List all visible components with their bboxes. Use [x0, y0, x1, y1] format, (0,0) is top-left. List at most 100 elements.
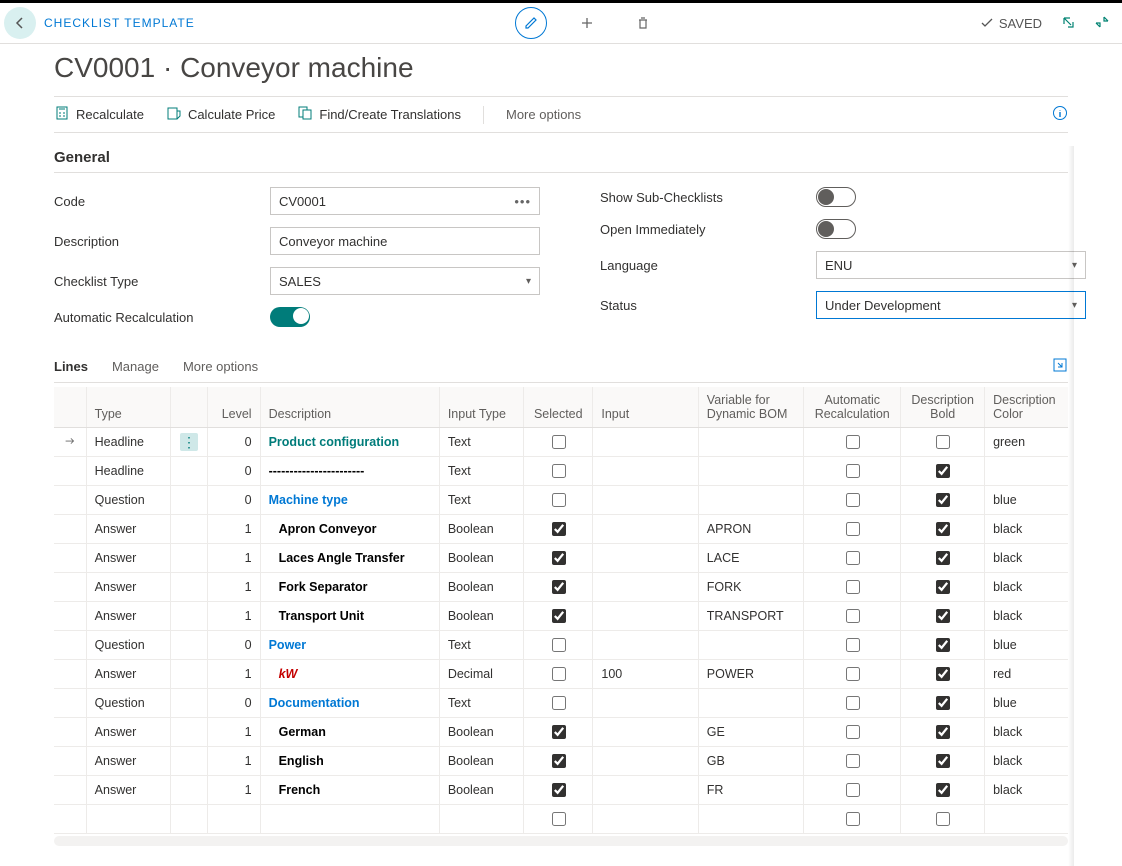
checkbox[interactable] — [936, 667, 950, 681]
cell-description[interactable]: Product configuration — [260, 428, 439, 457]
cell-description[interactable]: Transport Unit — [260, 602, 439, 631]
checkbox[interactable] — [936, 696, 950, 710]
table-row[interactable]: Answer 1 French Boolean FR black — [54, 776, 1068, 805]
cell-input-type[interactable]: Boolean — [439, 602, 523, 631]
info-button[interactable] — [1052, 105, 1068, 124]
cell-desc-bold[interactable] — [901, 602, 985, 631]
cell-type[interactable]: Headline — [86, 428, 170, 457]
table-row[interactable]: Question 0 Machine type Text blue — [54, 486, 1068, 515]
checkbox[interactable] — [846, 580, 860, 594]
ellipsis-icon[interactable]: ••• — [514, 194, 531, 209]
expand-lines-button[interactable] — [1052, 357, 1068, 376]
status-select[interactable]: Under Development ▾ — [816, 291, 1086, 319]
cell-input-type[interactable]: Boolean — [439, 718, 523, 747]
cell-desc-bold[interactable] — [901, 660, 985, 689]
cell-auto-recalc[interactable] — [804, 515, 901, 544]
cell-type[interactable]: Answer — [86, 573, 170, 602]
col-variable[interactable]: Variable for Dynamic BOM — [698, 387, 803, 428]
cell-input-type[interactable]: Text — [439, 457, 523, 486]
checkbox[interactable] — [936, 435, 950, 449]
back-button[interactable] — [4, 7, 36, 39]
table-row[interactable]: Answer 1 English Boolean GB black — [54, 747, 1068, 776]
cell-desc-bold[interactable] — [901, 544, 985, 573]
col-type[interactable]: Type — [86, 387, 170, 428]
cell-input[interactable] — [593, 457, 698, 486]
table-row[interactable]: Answer 1 Laces Angle Transfer Boolean LA… — [54, 544, 1068, 573]
cell-input[interactable] — [593, 515, 698, 544]
cell-selected[interactable] — [524, 602, 593, 631]
cell-type[interactable]: Question — [86, 689, 170, 718]
cell-auto-recalc[interactable] — [804, 631, 901, 660]
cell-auto-recalc[interactable] — [804, 428, 901, 457]
auto-recalc-toggle[interactable] — [270, 307, 310, 327]
checkbox[interactable] — [552, 609, 566, 623]
checkbox[interactable] — [846, 638, 860, 652]
open-immediately-toggle[interactable] — [816, 219, 856, 239]
cell-input[interactable] — [593, 689, 698, 718]
cell-input[interactable] — [593, 747, 698, 776]
cell-auto-recalc[interactable] — [804, 689, 901, 718]
cell-desc-color[interactable] — [985, 457, 1068, 486]
cell-selected[interactable] — [524, 805, 593, 834]
cell-input[interactable] — [593, 573, 698, 602]
cell-level[interactable]: 1 — [207, 747, 260, 776]
cell-type[interactable] — [86, 805, 170, 834]
cell-description[interactable]: Power — [260, 631, 439, 660]
checkbox[interactable] — [936, 812, 950, 826]
table-row[interactable]: Answer 1 Transport Unit Boolean TRANSPOR… — [54, 602, 1068, 631]
cell-desc-color[interactable]: blue — [985, 689, 1068, 718]
cell-desc-color[interactable]: black — [985, 747, 1068, 776]
cell-input-type[interactable]: Text — [439, 486, 523, 515]
cell-selected[interactable] — [524, 428, 593, 457]
cell-type[interactable]: Headline — [86, 457, 170, 486]
cell-selected[interactable] — [524, 573, 593, 602]
checkbox[interactable] — [552, 435, 566, 449]
cell-type[interactable]: Answer — [86, 515, 170, 544]
cell-input[interactable] — [593, 428, 698, 457]
calculate-price-action[interactable]: Calculate Price — [166, 105, 275, 124]
cell-auto-recalc[interactable] — [804, 776, 901, 805]
cell-type[interactable]: Answer — [86, 747, 170, 776]
cell-level[interactable]: 0 — [207, 457, 260, 486]
checkbox[interactable] — [552, 812, 566, 826]
popout-button[interactable] — [1060, 14, 1076, 33]
cell-input[interactable] — [593, 776, 698, 805]
checkbox[interactable] — [552, 638, 566, 652]
cell-input-type[interactable]: Boolean — [439, 776, 523, 805]
cell-desc-color[interactable]: black — [985, 718, 1068, 747]
checkbox[interactable] — [846, 667, 860, 681]
cell-variable[interactable] — [698, 428, 803, 457]
checkbox[interactable] — [552, 551, 566, 565]
table-row[interactable]: Question 0 Power Text blue — [54, 631, 1068, 660]
cell-level[interactable]: 1 — [207, 660, 260, 689]
cell-selected[interactable] — [524, 660, 593, 689]
cell-input[interactable] — [593, 602, 698, 631]
checkbox[interactable] — [936, 580, 950, 594]
col-selected[interactable]: Selected — [524, 387, 593, 428]
horizontal-scrollbar[interactable] — [54, 836, 1068, 846]
col-level[interactable]: Level — [207, 387, 260, 428]
cell-desc-bold[interactable] — [901, 718, 985, 747]
cell-variable[interactable]: LACE — [698, 544, 803, 573]
cell-description[interactable]: Machine type — [260, 486, 439, 515]
cell-desc-bold[interactable] — [901, 689, 985, 718]
cell-variable[interactable]: GE — [698, 718, 803, 747]
checkbox[interactable] — [936, 725, 950, 739]
cell-selected[interactable] — [524, 457, 593, 486]
checkbox[interactable] — [846, 812, 860, 826]
new-button[interactable] — [571, 7, 603, 39]
cell-type[interactable]: Answer — [86, 544, 170, 573]
cell-description[interactable]: Fork Separator — [260, 573, 439, 602]
cell-selected[interactable] — [524, 515, 593, 544]
cell-description[interactable]: French — [260, 776, 439, 805]
checklist-type-select[interactable]: SALES ▾ — [270, 267, 540, 295]
cell-desc-color[interactable]: black — [985, 776, 1068, 805]
cell-input-type[interactable]: Boolean — [439, 515, 523, 544]
col-desc-color[interactable]: Description Color — [985, 387, 1068, 428]
table-row[interactable]: Answer 1 German Boolean GE black — [54, 718, 1068, 747]
cell-input-type[interactable]: Text — [439, 631, 523, 660]
cell-level[interactable]: 0 — [207, 428, 260, 457]
recalculate-action[interactable]: Recalculate — [54, 105, 144, 124]
delete-button[interactable] — [627, 7, 659, 39]
cell-type[interactable]: Question — [86, 486, 170, 515]
